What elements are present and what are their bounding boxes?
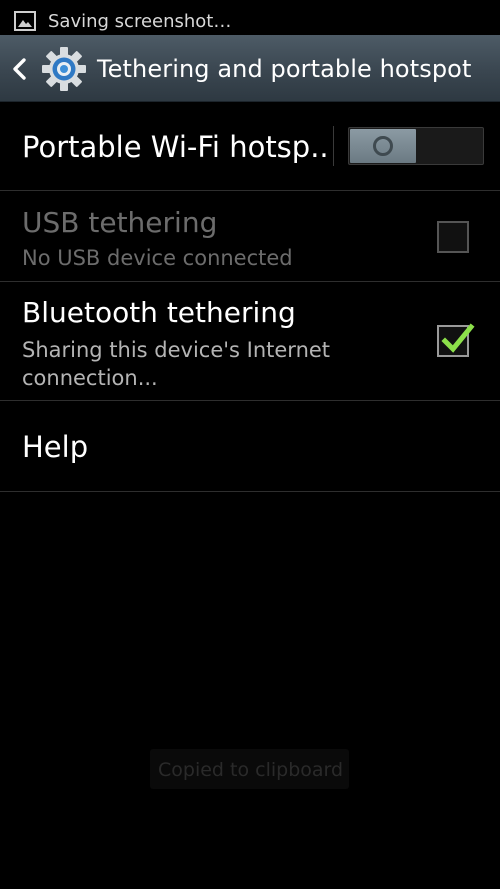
bluetooth-tethering-label: Bluetooth tethering	[22, 296, 296, 329]
bluetooth-tethering-checkbox[interactable]	[437, 323, 475, 357]
back-arrow-icon[interactable]	[10, 56, 28, 82]
action-bar: Tethering and portable hotspot	[0, 35, 500, 102]
image-icon	[14, 11, 36, 31]
toast-text: Copied to clipboard	[158, 759, 344, 781]
toggle-thumb	[350, 129, 416, 163]
help-label: Help	[22, 430, 89, 464]
toast: Copied to clipboard	[150, 749, 349, 789]
bluetooth-tethering-summary: Sharing this device's Internet connectio…	[22, 338, 331, 390]
usb-tethering-row: USB tethering No USB device connected	[0, 191, 500, 281]
toggle-separator	[333, 126, 334, 166]
hotspot-label: Portable Wi-Fi hotsp..	[22, 130, 329, 164]
usb-tethering-summary: No USB device connected	[22, 246, 293, 270]
hotspot-setting-row[interactable]: Portable Wi-Fi hotsp..	[0, 102, 500, 190]
status-bar: Saving screenshot…	[0, 0, 500, 35]
usb-tethering-checkbox	[437, 221, 469, 253]
gear-icon[interactable]	[41, 46, 87, 92]
toggle-off-icon	[373, 136, 393, 156]
usb-tethering-label: USB tethering	[22, 206, 218, 239]
hotspot-toggle[interactable]	[348, 127, 484, 165]
checkmark-icon	[441, 323, 475, 353]
help-row[interactable]: Help	[0, 401, 500, 491]
screen: Saving screenshot… Tethering and portabl…	[0, 0, 500, 889]
bluetooth-tethering-row[interactable]: Bluetooth tethering Sharing this device'…	[0, 282, 500, 400]
divider	[0, 491, 500, 492]
status-notification-text: Saving screenshot…	[48, 11, 232, 32]
page-title: Tethering and portable hotspot	[97, 55, 472, 83]
